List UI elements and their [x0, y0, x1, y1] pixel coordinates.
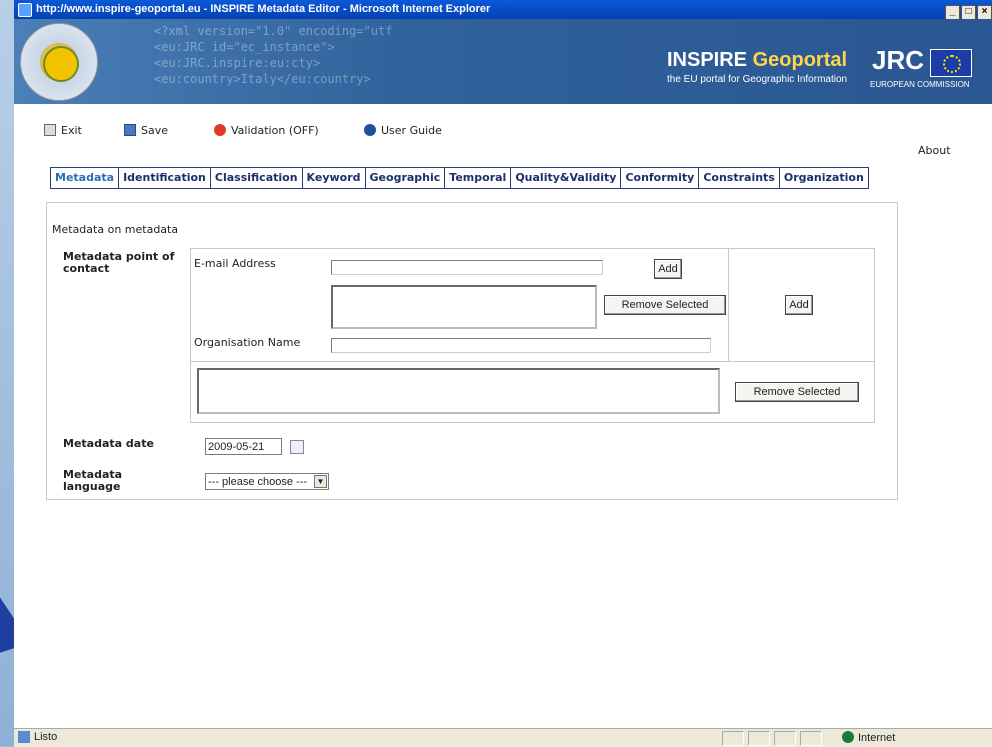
tab-temporal[interactable]: Temporal [445, 168, 512, 188]
email-list[interactable] [331, 285, 597, 329]
metadata-date-field[interactable]: 2009-05-21 [205, 438, 282, 455]
date-label: Metadata date [63, 437, 154, 450]
tab-organization[interactable]: Organization [779, 168, 868, 188]
organisation-field[interactable] [331, 338, 711, 353]
browser-window: http://www.inspire-geoportal.eu - INSPIR… [14, 0, 992, 747]
organisation-label: Organisation Name [194, 336, 301, 349]
status-text: Listo [34, 731, 58, 743]
email-add-button[interactable]: Add [654, 259, 682, 279]
section-title: Metadata on metadata [52, 223, 179, 236]
save-icon [124, 124, 136, 136]
title-bar: http://www.inspire-geoportal.eu - INSPIR… [14, 0, 992, 20]
email-remove-button[interactable]: Remove Selected [604, 295, 726, 315]
user-guide-button[interactable]: User Guide [364, 124, 442, 137]
email-field[interactable] [331, 260, 603, 275]
page-icon [18, 731, 30, 743]
tab-geographic[interactable]: Geographic [365, 168, 446, 188]
exit-button[interactable]: Exit [44, 124, 82, 137]
contact-add-button[interactable]: Add [785, 295, 813, 315]
geoportal-subtitle: the EU portal for Geographic Information [667, 74, 848, 85]
save-button[interactable]: Save [124, 124, 168, 137]
ie-icon [18, 3, 32, 17]
tab-keyword[interactable]: Keyword [302, 168, 366, 188]
stop-icon [214, 124, 226, 136]
contact-list[interactable] [197, 368, 720, 414]
security-zone: Internet [842, 730, 895, 747]
commission-label: EUROPEAN COMMISSION [870, 80, 970, 89]
calendar-icon[interactable] [290, 440, 304, 454]
minimize-button[interactable]: _ [945, 5, 960, 20]
contact-remove-button[interactable]: Remove Selected [735, 382, 859, 402]
help-icon [364, 124, 376, 136]
tab-constraints[interactable]: Constraints [699, 168, 780, 188]
geoportal-title: INSPIRE Geoportal [667, 49, 848, 71]
contact-box: E-mail Address Add Remove Selected Add O… [190, 248, 875, 423]
chevron-down-icon: ▼ [314, 475, 327, 488]
eu-flag-icon [930, 49, 972, 77]
tab-quality-validity[interactable]: Quality&Validity [511, 168, 622, 188]
validation-toggle[interactable]: Validation (OFF) [214, 124, 319, 137]
language-select[interactable]: --- please choose --- ▼ [205, 473, 329, 490]
metadata-panel: Metadata on metadata Metadata point of c… [46, 202, 898, 500]
banner-xml-watermark: <?xml version="1.0" encoding="utf <eu:JRC… [154, 24, 393, 86]
contact-label: Metadata point of contact [63, 250, 175, 275]
tab-metadata[interactable]: Metadata [51, 168, 120, 188]
language-label: Metadata language [63, 468, 123, 493]
tab-bar: Metadata Identification Classification K… [50, 167, 869, 189]
inspire-logo [20, 23, 98, 101]
header-banner: <?xml version="1.0" encoding="utf <eu:JRC… [14, 19, 992, 104]
tab-conformity[interactable]: Conformity [621, 168, 700, 188]
globe-icon [842, 731, 854, 743]
maximize-button[interactable]: □ [961, 5, 976, 20]
tab-classification[interactable]: Classification [210, 168, 303, 188]
about-link[interactable]: About [918, 144, 951, 157]
jrc-logo: JRC [872, 45, 925, 75]
email-label: E-mail Address [194, 257, 276, 270]
close-button[interactable]: × [977, 5, 992, 20]
tab-identification[interactable]: Identification [119, 168, 211, 188]
exit-icon [44, 124, 56, 136]
status-bar: Listo Internet [14, 728, 992, 747]
window-title: http://www.inspire-geoportal.eu - INSPIR… [36, 3, 491, 15]
